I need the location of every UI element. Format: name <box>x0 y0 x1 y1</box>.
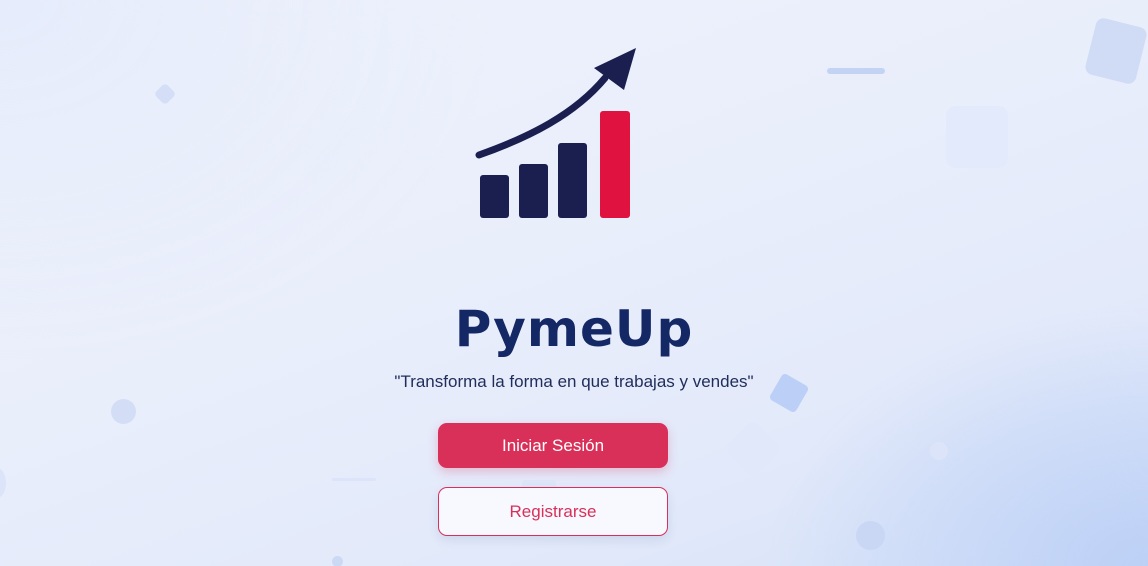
decor-circle <box>0 468 6 498</box>
decor-square <box>1083 16 1148 86</box>
login-button[interactable]: Iniciar Sesión <box>438 423 668 468</box>
growth-chart-logo-icon <box>475 48 636 218</box>
decor-line <box>827 68 885 74</box>
decor-square <box>723 419 783 479</box>
brand-tagline: "Transforma la forma en que trabajas y v… <box>394 372 754 391</box>
decor-line <box>332 478 376 481</box>
decor-circle <box>111 399 136 424</box>
decor-circle <box>856 521 885 550</box>
decor-square <box>946 106 1008 168</box>
decor-circle <box>930 442 948 460</box>
brand-title: PymeUp <box>454 300 694 358</box>
decor-square <box>153 82 177 106</box>
decor-circle <box>332 556 343 566</box>
register-button[interactable]: Registrarse <box>438 487 668 536</box>
